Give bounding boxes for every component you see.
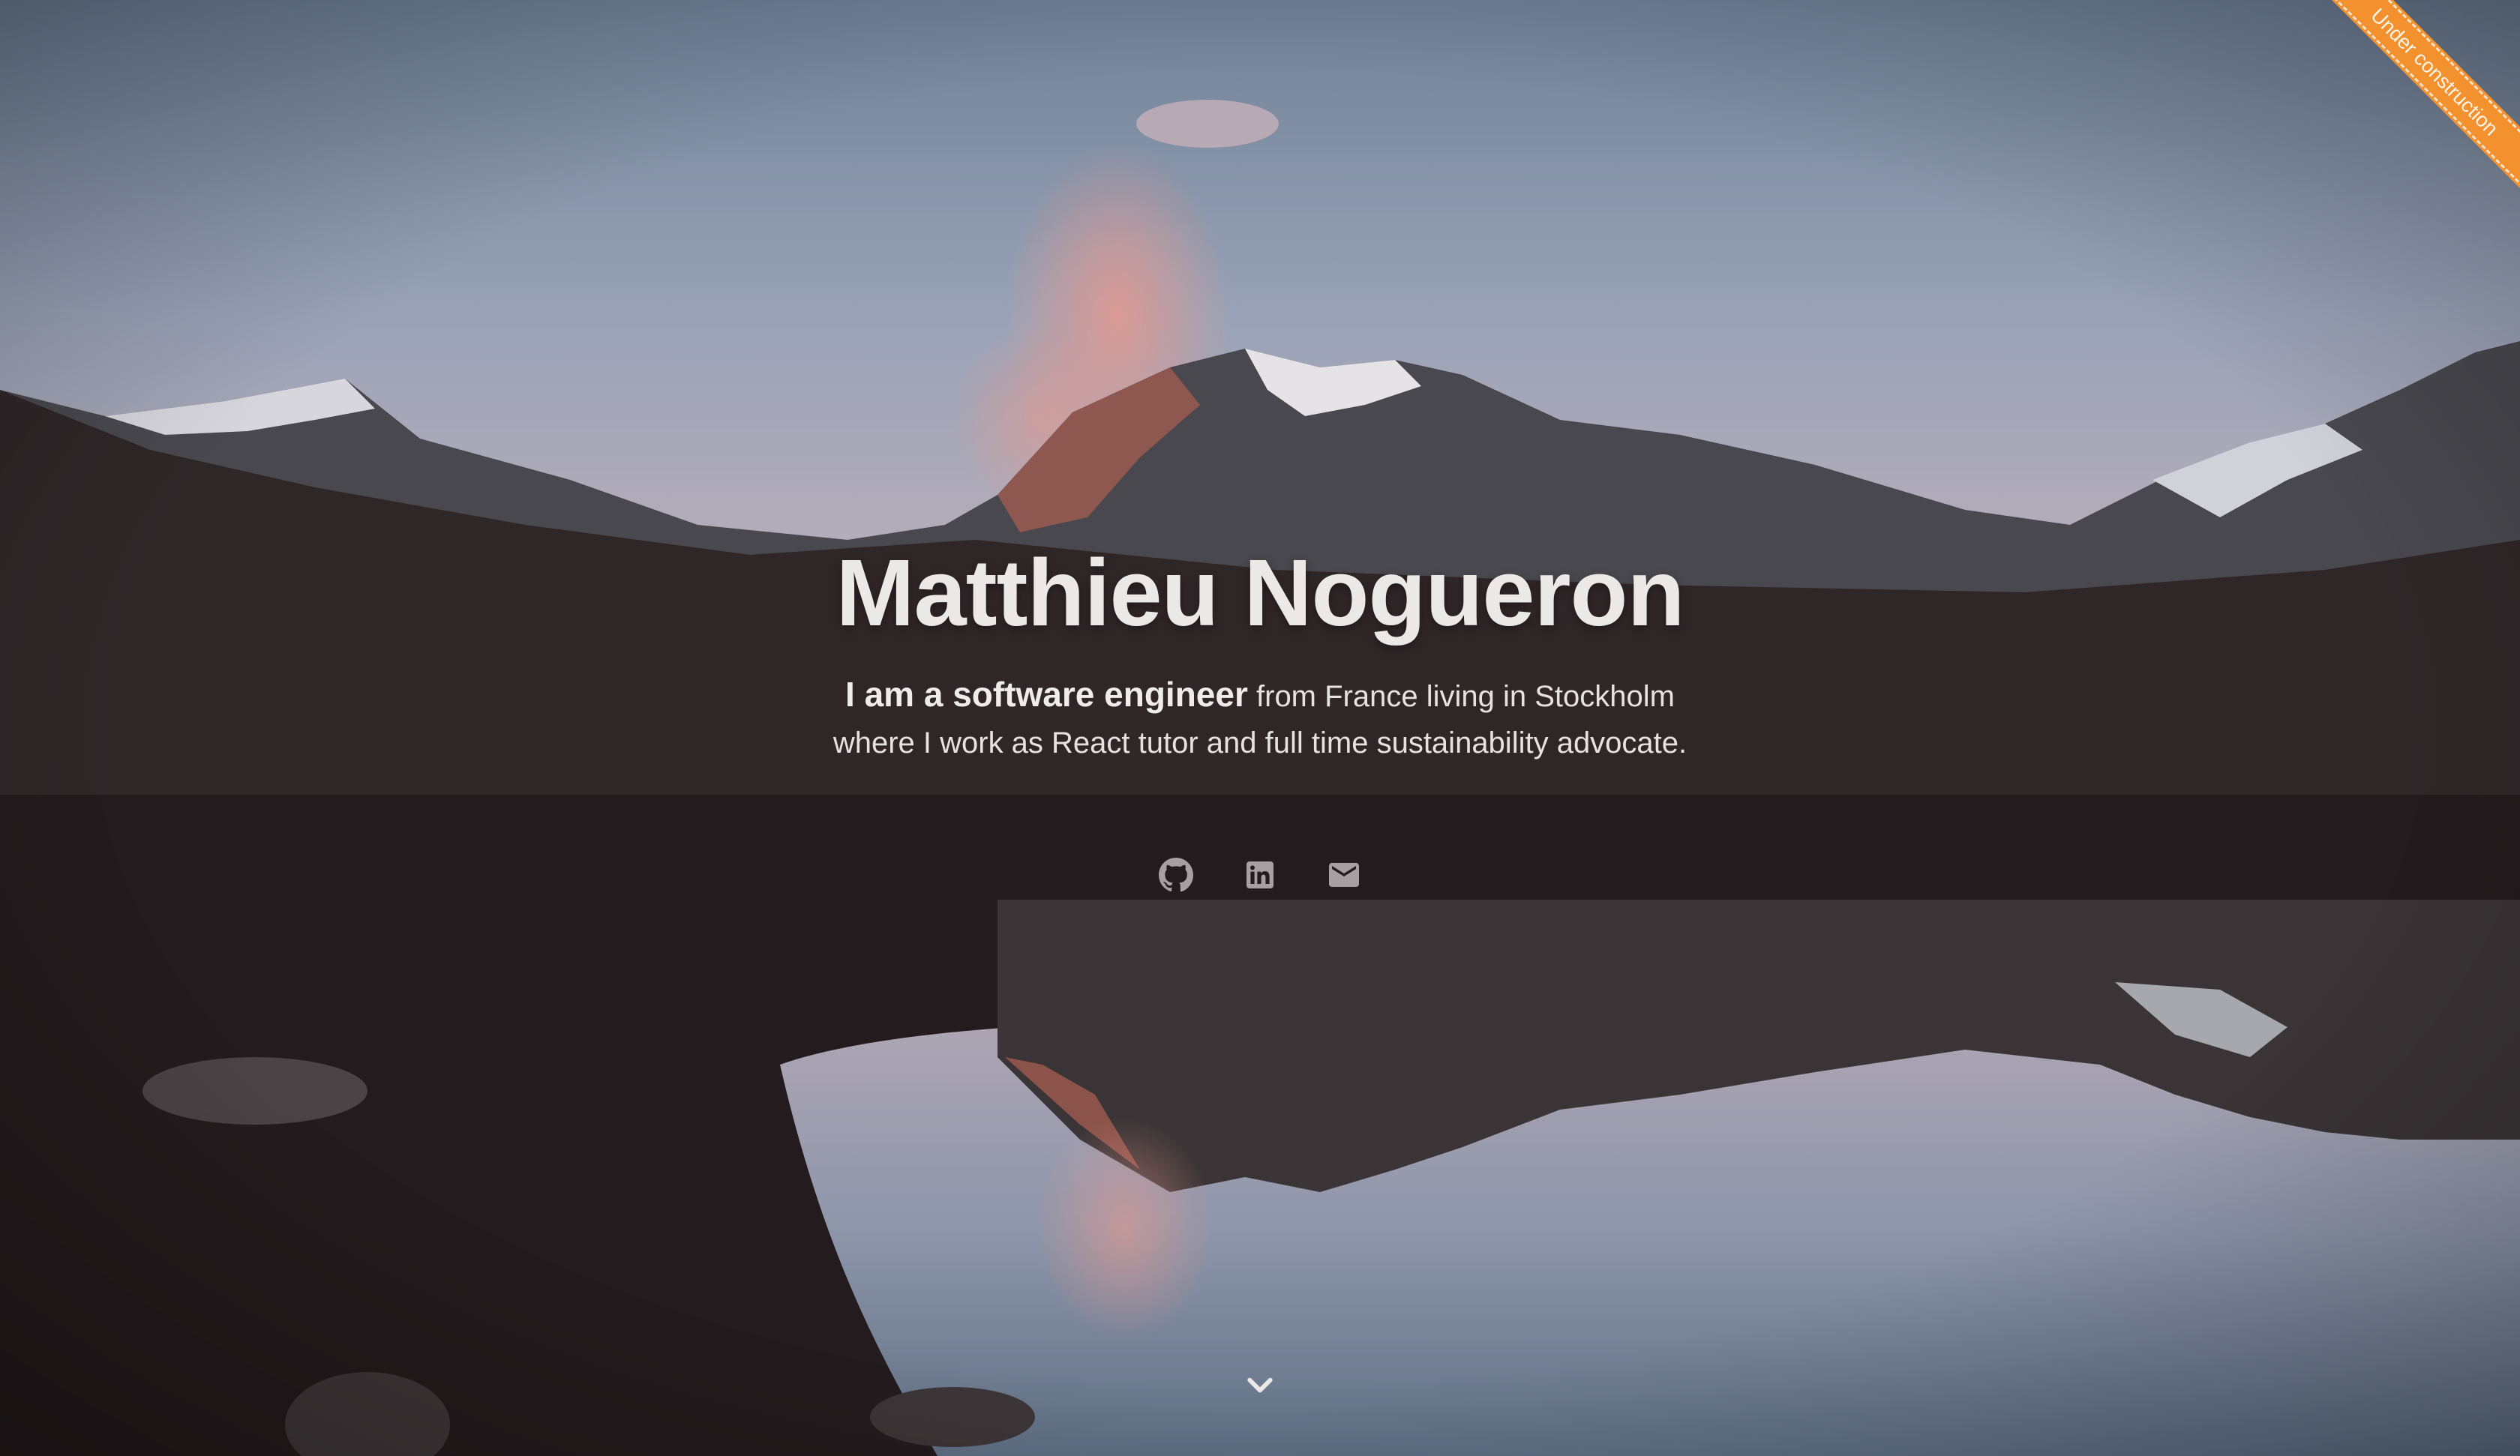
bio-highlight: I am a software engineer xyxy=(845,675,1248,714)
github-icon xyxy=(1159,858,1194,892)
page-title: Matthieu Nogueron xyxy=(836,540,1685,646)
social-links xyxy=(0,852,2520,897)
scroll-down-button[interactable] xyxy=(1244,1369,1276,1402)
chevron-down-icon xyxy=(1247,1377,1273,1393)
hero-section: Under construction Matthieu Nogueron I a… xyxy=(0,0,2520,1456)
ribbon-label: Under construction xyxy=(2325,0,2520,195)
linkedin-icon xyxy=(1246,861,1274,888)
linkedin-link[interactable] xyxy=(1242,852,1278,897)
hero-content: Matthieu Nogueron I am a software engine… xyxy=(0,0,2520,1456)
email-link[interactable] xyxy=(1326,852,1362,897)
github-link[interactable] xyxy=(1158,852,1194,897)
email-icon xyxy=(1329,863,1359,887)
bio-text: I am a software engineer from France liv… xyxy=(832,671,1688,766)
under-construction-ribbon: Under construction xyxy=(2325,0,2520,195)
